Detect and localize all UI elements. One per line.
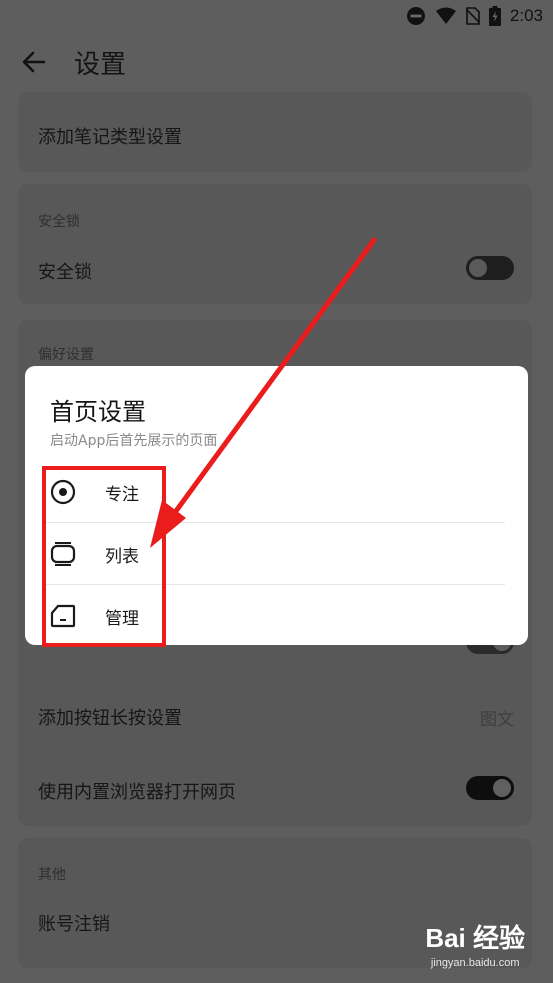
security-lock-label[interactable]: 安全锁 [38, 258, 92, 284]
note-type-settings-item[interactable]: 添加笔记类型设置 [38, 123, 182, 149]
note-type-card: 添加笔记类型设置 [18, 92, 532, 172]
security-lock-toggle[interactable] [466, 256, 514, 280]
status-time: 2:03 [509, 6, 543, 25]
watermark-brand: Bai 经验 [425, 923, 525, 953]
toggle-knob [469, 259, 487, 277]
app-bar: 设置 [0, 32, 553, 92]
dialog-title: 首页设置 [50, 398, 146, 426]
battery-charging-icon [488, 6, 501, 26]
security-card: 安全锁 安全锁 [18, 184, 532, 304]
page-title: 设置 [74, 50, 127, 80]
builtin-browser-label[interactable]: 使用内置浏览器打开网页 [38, 778, 236, 804]
annotation-highlight-box [42, 466, 166, 647]
do-not-disturb-icon [406, 7, 425, 25]
dialog-subtitle: 启动App后首先展示的页面 [50, 433, 218, 449]
add-button-long-press-value[interactable]: 图文 [480, 705, 514, 730]
watermark-url: jingyan.baidu.com [430, 957, 520, 969]
builtin-browser-toggle[interactable] [466, 776, 514, 800]
add-button-long-press-label[interactable]: 添加按钮长按设置 [38, 704, 182, 730]
preferences-section-header: 偏好设置 [38, 347, 94, 363]
back-arrow-icon[interactable] [20, 48, 48, 76]
status-bar: 2:03 [0, 0, 553, 32]
watermark-logo: Bai 经验 [425, 918, 525, 955]
security-section-header: 安全锁 [38, 214, 80, 230]
wifi-icon [435, 7, 456, 24]
account-cancel-item[interactable]: 账号注销 [38, 910, 110, 936]
baidu-jingyan-watermark: Bai 经验 jingyan.baidu.com [425, 918, 525, 969]
no-sim-icon [465, 7, 480, 25]
toggle-knob [493, 779, 511, 797]
other-section-header: 其他 [38, 867, 66, 883]
status-icons: 2:03 [406, 4, 543, 28]
